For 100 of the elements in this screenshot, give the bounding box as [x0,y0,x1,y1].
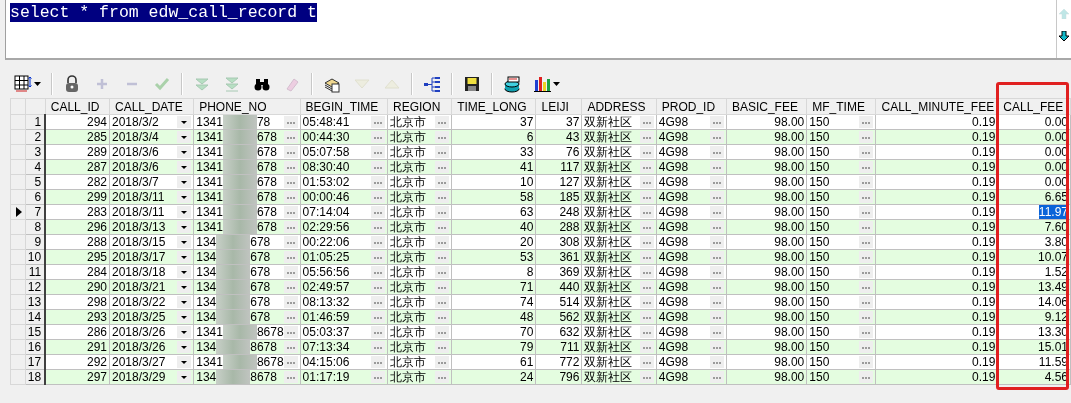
ellipsis-icon[interactable] [639,131,654,143]
column-header[interactable]: PHONE_NO [193,98,301,115]
ellipsis-icon[interactable] [370,281,385,293]
ellipsis-icon[interactable] [709,326,724,338]
ellipsis-icon[interactable] [859,296,874,308]
ellipsis-icon[interactable] [283,131,298,143]
ellipsis-icon[interactable] [859,281,874,293]
ellipsis-icon[interactable] [859,341,874,353]
ellipsis-icon[interactable] [709,296,724,308]
ellipsis-icon[interactable] [370,191,385,203]
ellipsis-icon[interactable] [859,326,874,338]
column-header[interactable]: CALL_FEE [997,98,1071,115]
column-header[interactable]: TIME_LONG [451,98,536,115]
dropdown-icon[interactable] [177,251,192,263]
ellipsis-icon[interactable] [283,311,298,323]
ellipsis-icon[interactable] [639,266,654,278]
ellipsis-icon[interactable] [859,371,874,383]
ellipsis-icon[interactable] [283,206,298,218]
ellipsis-icon[interactable] [639,326,654,338]
ellipsis-icon[interactable] [859,161,874,173]
ellipsis-icon[interactable] [435,161,450,173]
dropdown-icon[interactable] [177,326,192,338]
ellipsis-icon[interactable] [435,131,450,143]
column-header[interactable]: CALL_ID [45,98,110,115]
ellipsis-icon[interactable] [283,341,298,353]
ellipsis-icon[interactable] [639,146,654,158]
dropdown-icon[interactable] [177,341,192,353]
ellipsis-icon[interactable] [370,266,385,278]
ellipsis-icon[interactable] [435,176,450,188]
ellipsis-icon[interactable] [435,341,450,353]
ellipsis-icon[interactable] [283,266,298,278]
ellipsis-icon[interactable] [859,236,874,248]
ellipsis-icon[interactable] [283,146,298,158]
ellipsis-icon[interactable] [283,296,298,308]
ellipsis-icon[interactable] [370,311,385,323]
ellipsis-icon[interactable] [639,296,654,308]
dropdown-icon[interactable] [177,371,192,383]
dropdown-icon[interactable] [177,296,192,308]
ellipsis-icon[interactable] [370,221,385,233]
ellipsis-icon[interactable] [639,161,654,173]
ellipsis-icon[interactable] [859,266,874,278]
ellipsis-icon[interactable] [283,281,298,293]
ellipsis-icon[interactable] [709,146,724,158]
ellipsis-icon[interactable] [435,146,450,158]
ellipsis-icon[interactable] [859,116,874,128]
ellipsis-icon[interactable] [709,191,724,203]
ellipsis-icon[interactable] [709,371,724,383]
ellipsis-icon[interactable] [370,251,385,263]
scroll-down-icon[interactable] [1059,31,1069,41]
ellipsis-icon[interactable] [283,221,298,233]
ellipsis-icon[interactable] [370,296,385,308]
ellipsis-icon[interactable] [709,221,724,233]
ellipsis-icon[interactable] [709,266,724,278]
ellipsis-icon[interactable] [709,206,724,218]
ellipsis-icon[interactable] [370,146,385,158]
column-header[interactable]: LEIJI [535,98,582,115]
ellipsis-icon[interactable] [639,356,654,368]
dropdown-icon[interactable] [177,161,192,173]
dropdown-icon[interactable] [177,221,192,233]
ellipsis-icon[interactable] [859,131,874,143]
ellipsis-icon[interactable] [370,116,385,128]
ellipsis-icon[interactable] [283,161,298,173]
ellipsis-icon[interactable] [709,161,724,173]
ellipsis-icon[interactable] [639,116,654,128]
column-header[interactable]: MF_TIME [806,98,876,115]
ellipsis-icon[interactable] [370,236,385,248]
column-header[interactable]: REGION [387,98,452,115]
dropdown-icon[interactable] [177,176,192,188]
dropdown-icon[interactable] [177,356,192,368]
ellipsis-icon[interactable] [639,341,654,353]
column-header[interactable]: CALL_DATE [109,98,194,115]
ellipsis-icon[interactable] [435,311,450,323]
ellipsis-icon[interactable] [435,191,450,203]
ellipsis-icon[interactable] [639,236,654,248]
ellipsis-icon[interactable] [283,251,298,263]
ellipsis-icon[interactable] [859,206,874,218]
ellipsis-icon[interactable] [435,326,450,338]
ellipsis-icon[interactable] [709,251,724,263]
ellipsis-icon[interactable] [435,251,450,263]
dropdown-icon[interactable] [177,266,192,278]
column-header[interactable]: BASIC_FEE [726,98,807,115]
ellipsis-icon[interactable] [859,146,874,158]
ellipsis-icon[interactable] [859,176,874,188]
ellipsis-icon[interactable] [709,356,724,368]
dropdown-icon[interactable] [177,206,192,218]
ellipsis-icon[interactable] [435,371,450,383]
dropdown-icon[interactable] [177,131,192,143]
ellipsis-icon[interactable] [639,206,654,218]
ellipsis-icon[interactable] [639,221,654,233]
ellipsis-icon[interactable] [435,116,450,128]
dropdown-icon[interactable] [177,236,192,248]
ellipsis-icon[interactable] [283,191,298,203]
column-header[interactable]: ADDRESS [581,98,657,115]
dropdown-icon[interactable] [177,191,192,203]
ellipsis-icon[interactable] [435,236,450,248]
ellipsis-icon[interactable] [639,176,654,188]
ellipsis-icon[interactable] [709,236,724,248]
ellipsis-icon[interactable] [709,131,724,143]
ellipsis-icon[interactable] [639,311,654,323]
ellipsis-icon[interactable] [283,116,298,128]
